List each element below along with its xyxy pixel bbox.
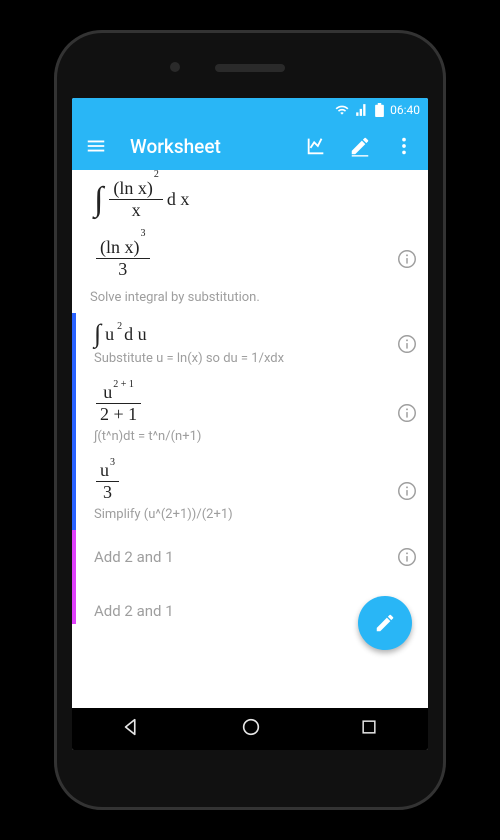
edit-button[interactable] <box>344 135 376 157</box>
expression-row[interactable]: ∫ (ln x) 2 x d x <box>72 170 428 229</box>
step-text: Add 2 and 1 <box>94 548 174 566</box>
integral-symbol: ∫ <box>94 183 103 217</box>
step-subtext: Simplify (u^(2+1))/(2+1) <box>94 507 380 522</box>
recent-apps-button[interactable] <box>359 717 379 741</box>
app-title: Worksheet <box>130 135 288 158</box>
info-icon[interactable] <box>396 480 418 502</box>
info-icon[interactable] <box>396 402 418 424</box>
result-row[interactable]: (ln x) 3 3 <box>72 229 428 288</box>
menu-button[interactable] <box>80 135 112 157</box>
math-expression: (ln x) 3 3 <box>94 237 380 280</box>
math-expression: u 3 3 <box>94 460 380 503</box>
step-subtext: ∫(t^n)dt = t^n/(n+1) <box>94 429 380 444</box>
math-expression: ∫ (ln x) 2 x d x <box>94 178 380 221</box>
pencil-icon <box>374 612 396 634</box>
phone-camera <box>170 62 180 72</box>
phone-speaker <box>215 64 285 72</box>
home-button[interactable] <box>240 716 262 742</box>
fab-edit-button[interactable] <box>358 596 412 650</box>
battery-icon <box>375 103 384 117</box>
math-expression: u 2 + 1 2 + 1 <box>94 382 380 425</box>
wifi-icon <box>335 103 349 117</box>
phone-frame: 06:40 Worksheet ∫ <box>54 30 446 810</box>
graph-button[interactable] <box>300 135 332 157</box>
step-subtext: Substitute u = ln(x) so du = 1/xdx <box>94 351 380 366</box>
status-bar: 06:40 <box>72 98 428 122</box>
worksheet-content[interactable]: ∫ (ln x) 2 x d x <box>72 170 428 708</box>
info-icon[interactable] <box>396 333 418 355</box>
step-text: Add 2 and 1 <box>94 602 174 620</box>
step-row[interactable]: Add 2 and 1 <box>72 530 428 584</box>
step-row[interactable]: u 3 3 Simplify (u^(2+1))/(2+1) <box>72 452 428 530</box>
integral-symbol: ∫ <box>94 321 101 347</box>
screen: 06:40 Worksheet ∫ <box>72 98 428 750</box>
overflow-button[interactable] <box>388 135 420 157</box>
step-row[interactable]: u 2 + 1 2 + 1 ∫(t^n)dt = t^n/(n+1) <box>72 374 428 452</box>
status-time: 06:40 <box>390 103 420 117</box>
math-expression: ∫ u 2 d u <box>94 321 380 347</box>
app-bar: Worksheet <box>72 122 428 170</box>
android-nav-bar <box>72 708 428 750</box>
signal-icon <box>355 103 369 117</box>
back-button[interactable] <box>121 716 143 742</box>
info-icon[interactable] <box>396 546 418 568</box>
step-caption: Solve integral by substitution. <box>72 288 428 313</box>
info-icon[interactable] <box>396 248 418 270</box>
step-row[interactable]: ∫ u 2 d u Substitute u = ln(x) so du = 1… <box>72 313 428 374</box>
